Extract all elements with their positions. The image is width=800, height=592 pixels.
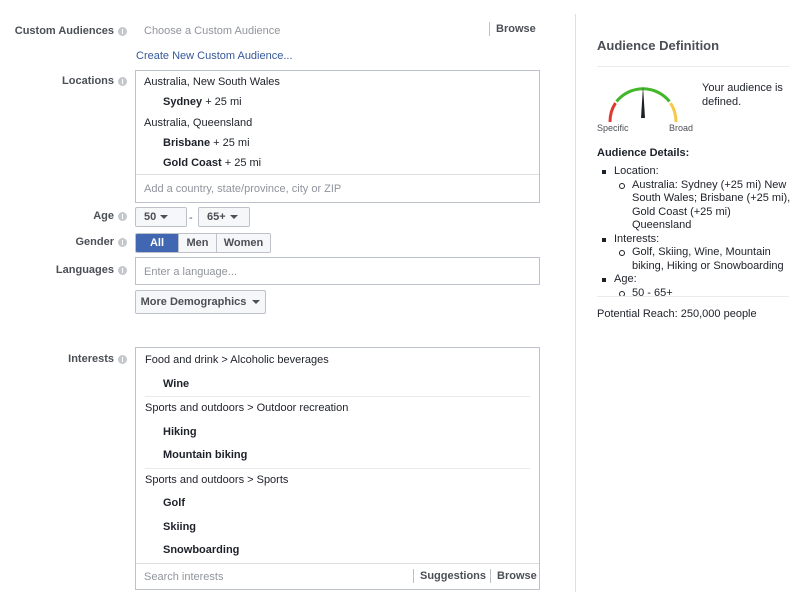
age-label: Age xyxy=(93,210,127,222)
interest-item-mountain-biking[interactable]: Mountain biking xyxy=(163,449,247,461)
language-placeholder: Enter a language... xyxy=(144,266,237,278)
age-max-dropdown[interactable]: 65+ xyxy=(198,207,250,227)
location-city[interactable]: Gold Coast + 25 mi xyxy=(163,157,261,169)
info-icon[interactable] xyxy=(118,26,127,36)
languages-label: Languages xyxy=(56,264,127,276)
more-demographics-label: More Demographics xyxy=(140,296,247,308)
browse-custom-audiences-button[interactable]: Browse xyxy=(489,22,536,36)
divider xyxy=(597,296,789,297)
audience-status: Your audience is defined. xyxy=(702,82,783,108)
interest-category: Food and drink > Alcoholic beverages xyxy=(145,354,329,366)
location-city-name: Gold Coast xyxy=(163,157,222,169)
locations-box: Australia, New South Wales Sydney + 25 m… xyxy=(135,70,540,203)
location-region: Australia, Queensland xyxy=(144,117,253,129)
location-region: Australia, New South Wales xyxy=(144,76,280,88)
location-city-radius: + 25 mi xyxy=(205,96,242,108)
location-city-radius: + 25 mi xyxy=(213,137,250,149)
custom-audiences-label-text: Custom Audiences xyxy=(14,25,114,37)
location-city[interactable]: Sydney + 25 mi xyxy=(163,96,242,108)
interests-label-text: Interests xyxy=(68,353,114,365)
gender-label-text: Gender xyxy=(75,236,114,248)
chevron-down-icon xyxy=(160,215,169,219)
interest-item-hiking[interactable]: Hiking xyxy=(163,426,197,438)
custom-audience-placeholder: Choose a Custom Audience xyxy=(144,25,281,37)
panel-divider xyxy=(575,14,576,592)
info-icon[interactable] xyxy=(118,237,127,247)
info-icon[interactable] xyxy=(118,211,127,221)
suggestions-button[interactable]: Suggestions xyxy=(413,569,486,583)
age-min-value: 50 xyxy=(144,211,157,223)
info-icon[interactable] xyxy=(118,265,127,275)
interest-category: Sports and outdoors > Sports xyxy=(145,474,289,486)
detail-interests-label: Interests: xyxy=(597,233,792,247)
age-label-text: Age xyxy=(93,210,114,222)
detail-location-label: Location: xyxy=(597,165,792,179)
location-city-name: Sydney xyxy=(163,96,203,108)
language-input[interactable]: Enter a language... xyxy=(135,257,540,285)
interest-divider xyxy=(145,396,530,397)
gender-all-button[interactable]: All xyxy=(136,234,178,252)
detail-age-value: 50 - 65+ xyxy=(597,287,792,301)
age-min-dropdown[interactable]: 50 xyxy=(135,207,187,227)
age-separator: - xyxy=(189,212,193,224)
gender-selector: All Men Women xyxy=(135,233,271,253)
gauge-specific-label: Specific xyxy=(597,123,629,133)
detail-location-value: Australia: Sydney (+25 mi) New South Wal… xyxy=(597,179,792,233)
detail-interests-value: Golf, Skiing, Wine, Mountain biking, Hik… xyxy=(597,246,792,273)
interest-search-input[interactable]: Search interests xyxy=(144,571,223,583)
custom-audiences-label: Custom Audiences xyxy=(15,25,127,37)
location-search-input[interactable]: Add a country, state/province, city or Z… xyxy=(136,174,539,202)
audience-details-list: Location: Australia: Sydney (+25 mi) New… xyxy=(597,165,792,300)
potential-reach: Potential Reach: 250,000 people xyxy=(597,308,757,320)
interest-item-wine[interactable]: Wine xyxy=(163,378,189,390)
more-demographics-button[interactable]: More Demographics xyxy=(135,290,266,314)
locations-label-text: Locations xyxy=(62,75,114,87)
location-city-name: Brisbane xyxy=(163,137,211,149)
info-icon[interactable] xyxy=(118,76,127,86)
location-city-radius: + 25 mi xyxy=(224,157,262,169)
languages-label-text: Languages xyxy=(55,264,114,276)
location-city[interactable]: Brisbane + 25 mi xyxy=(163,137,250,149)
info-icon[interactable] xyxy=(118,354,127,364)
interest-search-bar: Search interests Suggestions Browse xyxy=(136,563,539,589)
interest-divider xyxy=(145,468,530,469)
age-max-value: 65+ xyxy=(207,211,226,223)
chevron-down-icon xyxy=(252,300,261,304)
interest-item-skiing[interactable]: Skiing xyxy=(163,521,196,533)
locations-label: Locations xyxy=(62,75,127,87)
custom-audience-input[interactable]: Choose a Custom Audience xyxy=(135,22,540,42)
audience-definition-title: Audience Definition xyxy=(597,38,720,53)
create-custom-audience-link[interactable]: Create New Custom Audience... xyxy=(136,50,293,62)
chevron-down-icon xyxy=(229,215,238,219)
location-search-placeholder: Add a country, state/province, city or Z… xyxy=(144,183,342,195)
interest-category: Sports and outdoors > Outdoor recreation xyxy=(145,402,349,414)
audience-details-title: Audience Details: xyxy=(597,147,690,159)
gender-men-button[interactable]: Men xyxy=(178,234,216,252)
interests-box: Food and drink > Alcoholic beverages Win… xyxy=(135,347,540,590)
interest-item-golf[interactable]: Golf xyxy=(163,497,185,509)
interest-item-snowboarding[interactable]: Snowboarding xyxy=(163,544,239,556)
gender-label: Gender xyxy=(75,236,127,248)
divider xyxy=(597,66,789,67)
detail-age-label: Age: xyxy=(597,273,792,287)
interests-label: Interests xyxy=(68,353,127,365)
gender-women-button[interactable]: Women xyxy=(216,234,270,252)
gauge-broad-label: Broad xyxy=(669,123,694,133)
browse-interests-button[interactable]: Browse xyxy=(490,569,537,583)
